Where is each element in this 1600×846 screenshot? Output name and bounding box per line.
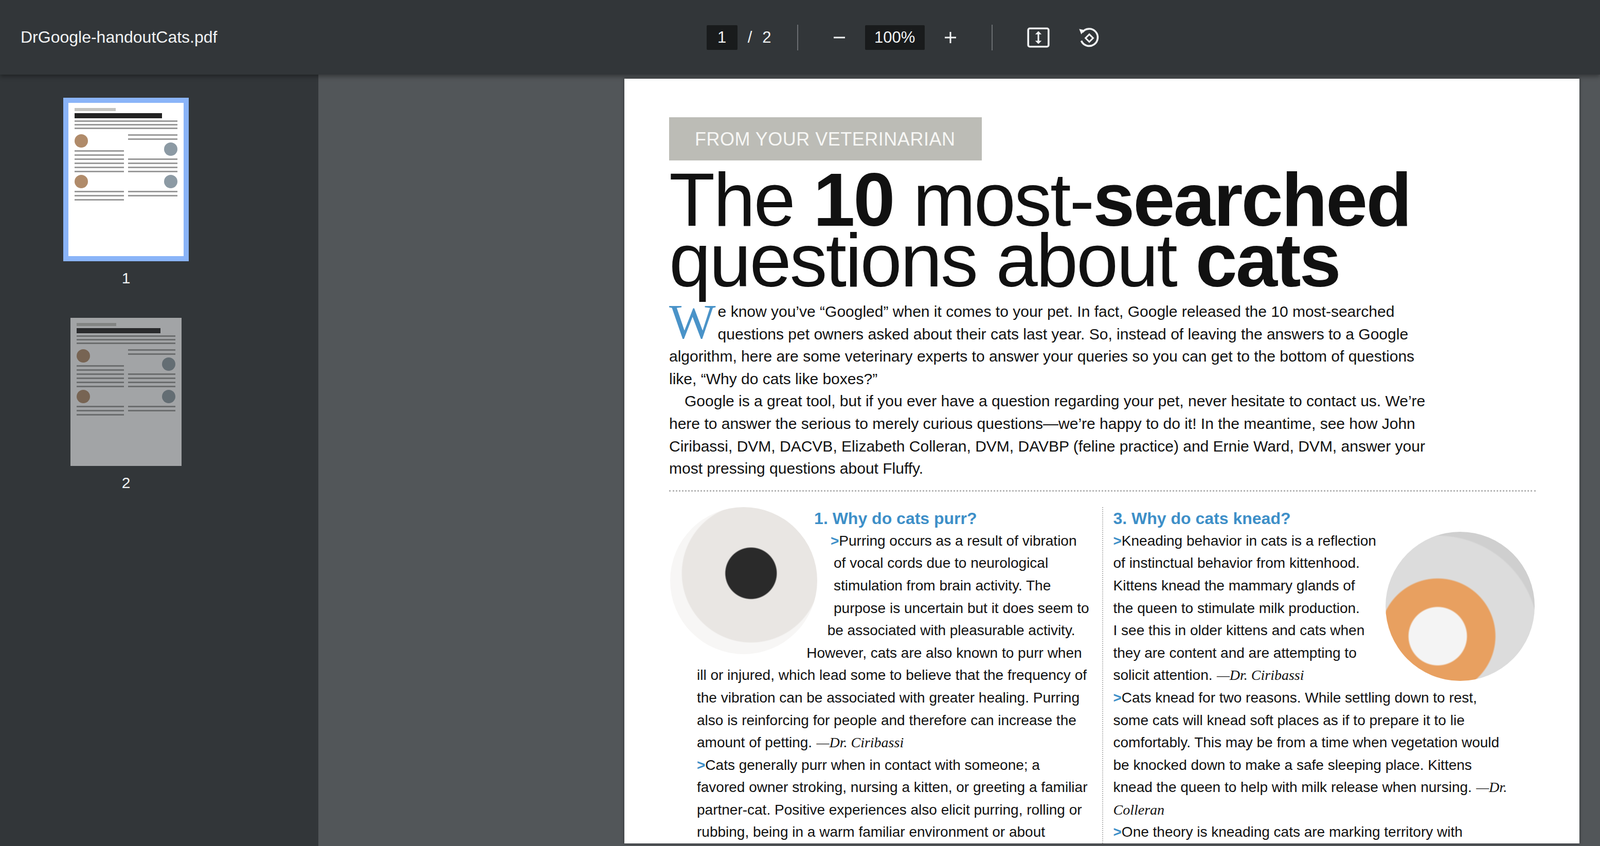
cat-paw-photo [1385,531,1535,681]
toolbar: DrGoogle-handoutCats.pdf 1 / 2 100% [0,0,1600,75]
cat-photo [670,507,818,655]
thumbnail-label: 1 [121,269,131,287]
zoom-out-icon[interactable] [829,27,850,48]
toolbar-divider [797,24,799,51]
question-column: 3. Why do cats knead? >Kneading behavior… [1113,507,1537,844]
pdf-viewer: DrGoogle-handoutCats.pdf 1 / 2 100% 1 2 … [0,0,1600,846]
page-thumbnail[interactable]: 1 [63,97,189,287]
document-viewport: FROM YOUR VETERINARIAN The 10 most-searc… [318,74,1600,846]
thumbnail-label: 2 [121,474,131,492]
dotted-divider [669,490,1536,492]
fit-page-icon[interactable] [1025,24,1052,51]
answer-paragraph: >Cats generally purr when in contact wit… [696,753,1092,844]
file-title: DrGoogle-handoutCats.pdf [20,27,707,47]
thumbnail-sidebar: 1 2 [0,74,319,846]
page-input[interactable]: 1 [706,25,738,50]
page-total: 2 [762,28,771,47]
question-heading: 3. Why do cats knead? [1113,507,1511,530]
thumbnail-image [70,317,182,466]
zoom-input[interactable]: 100% [865,25,925,50]
question-column: 1. Why do cats purr? >Purring occurs as … [669,507,1092,844]
article-intro: We know you’ve “Googled” when it comes t… [669,300,1431,480]
toolbar-divider [991,24,993,51]
thumbnail-image [63,97,189,262]
rotate-icon[interactable] [1075,24,1102,51]
section-banner: FROM YOUR VETERINARIAN [669,117,982,161]
zoom-in-icon[interactable] [940,27,961,48]
intro-paragraph: Google is a great tool, but if you ever … [669,389,1431,480]
toolbar-controls: 1 / 2 100% [706,24,1109,51]
pdf-page: FROM YOUR VETERINARIAN The 10 most-searc… [624,78,1580,844]
column-divider [1102,507,1104,844]
answer-paragraph: >Cats knead for two reasons. While settl… [1113,686,1511,822]
article-title: The 10 most-searchedquestions about cats [669,169,1536,292]
page-thumbnail[interactable]: 2 [70,317,182,492]
page-separator: / [747,28,753,47]
answer-paragraph: >One theory is kneading cats are marking… [1113,820,1511,844]
intro-paragraph: We know you’ve “Googled” when it comes t… [669,300,1431,390]
